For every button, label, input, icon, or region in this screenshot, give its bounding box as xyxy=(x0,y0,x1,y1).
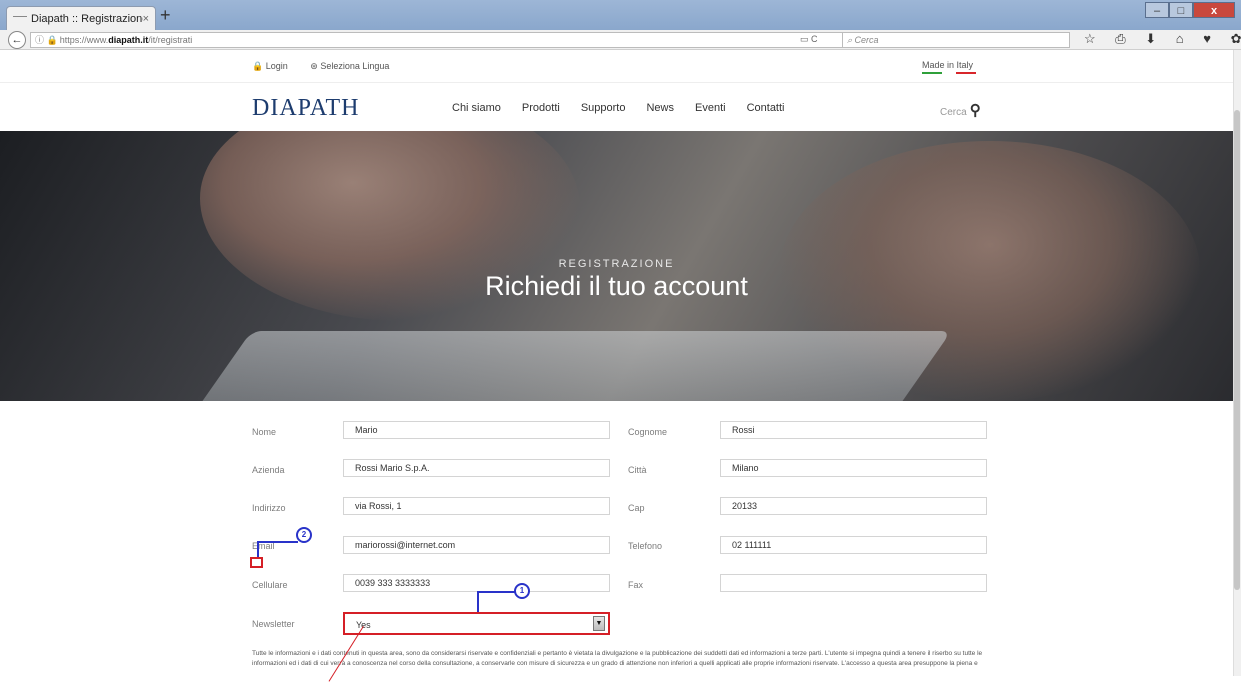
telefono-field[interactable]: 02 111111 xyxy=(720,536,987,554)
browser-tab-bar: Diapath :: Registrazione × + – □ x xyxy=(0,0,1241,30)
search-icon: ⌕ xyxy=(847,35,855,45)
cap-field[interactable]: 20133 xyxy=(720,497,987,515)
made-in-italy-text: Made in Italy xyxy=(922,60,974,70)
new-tab-button[interactable]: + xyxy=(160,5,171,26)
cap-label: Cap xyxy=(628,503,645,513)
made-in-italy-badge: Made in Italy xyxy=(922,60,976,74)
hero-subtitle: REGISTRAZIONE xyxy=(558,258,675,270)
annotation-highlight-2 xyxy=(250,557,263,568)
azienda-field[interactable]: Rossi Mario S.p.A. xyxy=(343,459,610,477)
newsletter-select[interactable]: Yes ▼ xyxy=(343,612,610,635)
magnifier-icon[interactable]: ⚲ xyxy=(970,102,981,119)
indirizzo-label: Indirizzo xyxy=(252,503,286,513)
page-scrollbar[interactable] xyxy=(1233,50,1241,676)
privacy-notice: Tutte le informazioni e i dati contenuti… xyxy=(252,650,983,667)
minimize-button[interactable]: – xyxy=(1145,2,1169,18)
menu-item-chi-siamo[interactable]: Chi siamo xyxy=(452,102,501,114)
menu-item-contatti[interactable]: Contatti xyxy=(747,102,785,114)
registration-form: Nome Mario Cognome Rossi Azienda Rossi M… xyxy=(0,401,1233,682)
site-search[interactable]: Cerca ⚲ xyxy=(940,101,981,119)
maximize-button[interactable]: □ xyxy=(1169,2,1193,18)
hero-image-keyboard xyxy=(188,331,952,401)
menu-item-prodotti[interactable]: Prodotti xyxy=(522,102,560,114)
menu-item-eventi[interactable]: Eventi xyxy=(695,102,726,114)
toolbar-icons[interactable]: ☆ ⎙ ⬇ ⌂ ♥ ✿ ≡ xyxy=(1084,31,1241,47)
address-bar[interactable]: ⓘ 🔒 https://www.diapath.it/it/registrati xyxy=(30,32,850,48)
hero-title: Richiedi il tuo account xyxy=(485,271,748,301)
annotation-connector-1-h xyxy=(477,591,515,593)
nome-field[interactable]: Mario xyxy=(343,421,610,439)
site-search-label: Cerca xyxy=(940,107,967,118)
cellulare-label: Cellulare xyxy=(252,580,288,590)
close-window-button[interactable]: x xyxy=(1193,2,1235,18)
tab-close-icon[interactable]: × xyxy=(143,13,149,25)
annotation-connector-1-v xyxy=(477,592,479,612)
annotation-marker-2: 2 xyxy=(296,527,312,543)
annotation-connector-2-h xyxy=(257,541,298,543)
annotation-connector-2-v xyxy=(257,542,259,557)
azienda-label: Azienda xyxy=(252,465,285,475)
nome-label: Nome xyxy=(252,427,277,437)
back-button[interactable]: ← xyxy=(8,31,26,49)
language-selector[interactable]: ⊛ Seleziona Lingua xyxy=(310,61,399,71)
newsletter-value: Yes xyxy=(356,620,371,630)
indirizzo-field[interactable]: via Rossi, 1 xyxy=(343,497,610,515)
url-domain: diapath.it xyxy=(108,35,149,45)
email-field[interactable]: mariorossi@internet.com xyxy=(343,536,610,554)
site-topbar: 🔒 Login ⊛ Seleziona Lingua Made in Italy xyxy=(0,50,1233,82)
dropdown-arrow-icon[interactable]: ▼ xyxy=(593,616,605,631)
browser-search-input[interactable]: ⌕ Cerca xyxy=(842,32,1070,48)
menu-item-supporto[interactable]: Supporto xyxy=(581,102,626,114)
url-prefix: https://www. xyxy=(59,35,109,45)
window-controls: – □ x xyxy=(1145,2,1235,18)
reload-icon[interactable]: ▭ C xyxy=(800,34,818,45)
favicon-icon xyxy=(13,15,27,22)
menu-item-news[interactable]: News xyxy=(646,102,674,114)
info-icon[interactable]: ⓘ xyxy=(35,35,44,45)
annotation-marker-1: 1 xyxy=(514,583,530,599)
search-placeholder: Cerca xyxy=(854,35,879,45)
tab-title: Diapath :: Registrazione xyxy=(31,12,143,25)
url-path: /it/registrati xyxy=(148,35,193,45)
diapath-logo[interactable]: DIAPATH xyxy=(252,95,359,122)
cognome-label: Cognome xyxy=(628,427,668,437)
lock-icon[interactable]: 🔒 xyxy=(47,35,58,45)
login-link[interactable]: 🔒 Login xyxy=(252,61,298,71)
main-menu: Chi siamo Prodotti Supporto News Eventi … xyxy=(452,102,806,114)
citta-field[interactable]: Milano xyxy=(720,459,987,477)
browser-tab[interactable]: Diapath :: Registrazione × xyxy=(6,6,156,30)
newsletter-label: Newsletter xyxy=(252,619,295,629)
cellulare-field[interactable]: 0039 333 3333333 xyxy=(343,574,610,592)
fax-label: Fax xyxy=(628,580,644,590)
site-main-nav: DIAPATH Chi siamo Prodotti Supporto News… xyxy=(0,82,1233,131)
telefono-label: Telefono xyxy=(628,541,663,551)
cognome-field[interactable]: Rossi xyxy=(720,421,987,439)
hero-banner: REGISTRAZIONE Richiedi il tuo account xyxy=(0,131,1233,401)
fax-field[interactable] xyxy=(720,574,987,592)
citta-label: Città xyxy=(628,465,647,475)
browser-nav-bar: ← ⓘ 🔒 https://www.diapath.it/it/registrat… xyxy=(0,30,1241,50)
scrollbar-thumb[interactable] xyxy=(1234,110,1240,590)
